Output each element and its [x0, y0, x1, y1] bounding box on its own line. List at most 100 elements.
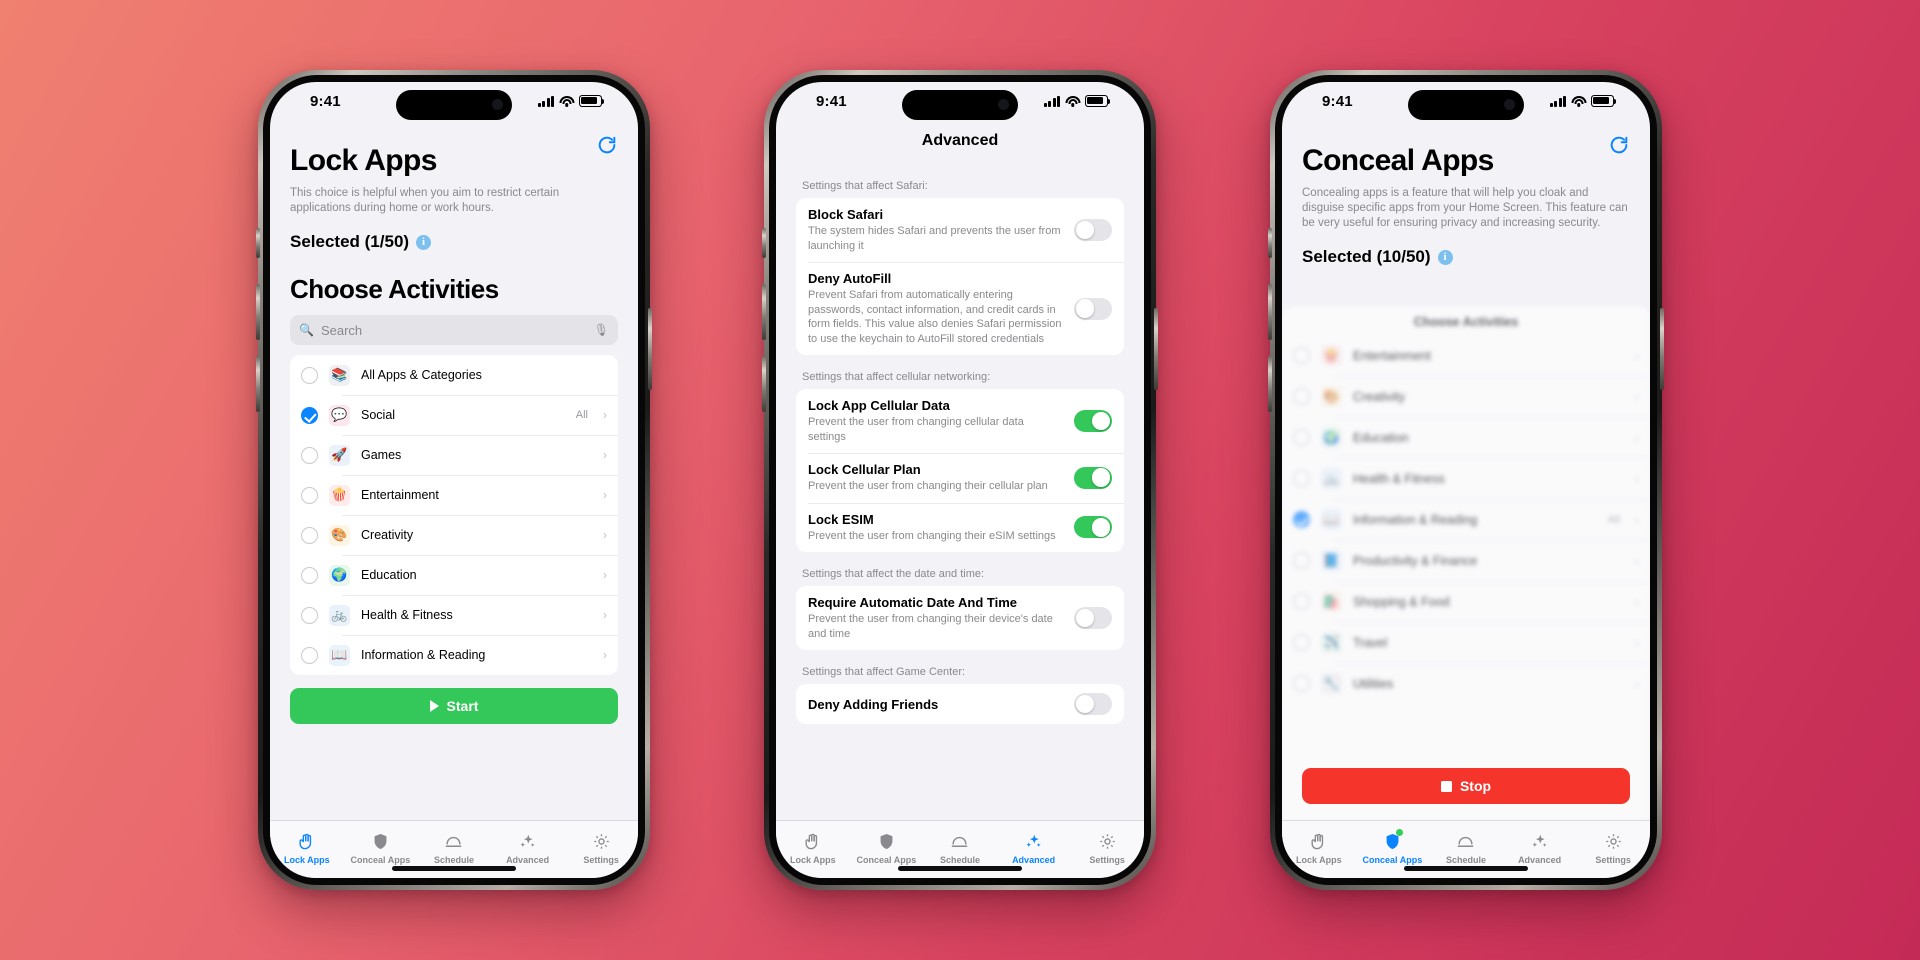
list-item[interactable]: 🚲 Health & Fitness › [1282, 458, 1650, 499]
list-item[interactable]: 📖 Information & Reading › [290, 635, 618, 675]
refresh-icon[interactable] [596, 134, 618, 156]
page-title: Conceal Apps [1302, 144, 1494, 177]
row-radio[interactable] [301, 526, 318, 544]
volume-down-button[interactable] [256, 356, 260, 412]
tab-advanced[interactable]: Advanced [997, 830, 1071, 865]
home-indicator[interactable] [392, 866, 516, 871]
tab-schedule[interactable]: Schedule [1429, 830, 1503, 865]
row-radio[interactable] [301, 566, 318, 584]
mute-switch[interactable] [762, 228, 766, 258]
list-item[interactable]: ✈️ Travel › [1282, 622, 1650, 663]
settings-toggle[interactable] [1074, 607, 1112, 629]
refresh-icon[interactable] [1608, 134, 1630, 156]
list-item[interactable]: 📚 All Apps & Categories [290, 355, 618, 395]
power-button[interactable] [648, 308, 652, 390]
list-item[interactable]: 🚲 Health & Fitness › [290, 595, 618, 635]
settings-toggle[interactable] [1074, 693, 1112, 715]
activity-list: 🍿 Entertainment › 🎨 Creativity › 🌍 Education › 🚲 H… [1282, 335, 1650, 704]
home-indicator[interactable] [898, 866, 1022, 871]
tab-settings[interactable]: Settings [564, 830, 638, 865]
volume-up-button[interactable] [762, 284, 766, 340]
list-item[interactable]: 💬 Social All › [290, 395, 618, 435]
list-item-label: All Apps & Categories [361, 368, 482, 382]
row-radio[interactable] [1293, 593, 1310, 610]
status-bar: 9:41 [776, 82, 1144, 128]
settings-toggle[interactable] [1074, 297, 1112, 320]
tab-settings[interactable]: Settings [1070, 830, 1144, 865]
list-item-label: Entertainment [361, 488, 439, 502]
list-item[interactable]: 🌍 Education › [290, 555, 618, 595]
start-button[interactable]: Start [290, 688, 618, 724]
settings-toggle[interactable] [1074, 219, 1112, 241]
list-item[interactable]: 🎨 Creativity › [1282, 376, 1650, 417]
settings-row[interactable]: Lock App Cellular Data Prevent the user f… [796, 389, 1124, 453]
row-radio[interactable] [1293, 511, 1310, 528]
tab-settings[interactable]: Settings [1576, 830, 1650, 865]
power-button[interactable] [1660, 308, 1664, 390]
row-radio[interactable] [1293, 388, 1310, 405]
mute-switch[interactable] [256, 228, 260, 258]
tab-advanced[interactable]: Advanced [1503, 830, 1577, 865]
tab-lock-apps[interactable]: Lock Apps [776, 830, 850, 865]
home-indicator[interactable] [1404, 866, 1528, 871]
tab-schedule[interactable]: Schedule [923, 830, 997, 865]
settings-toggle[interactable] [1074, 410, 1112, 432]
tab-lock-apps[interactable]: Lock Apps [270, 830, 344, 865]
list-item[interactable]: 🔧 Utilities › [1282, 663, 1650, 704]
list-item[interactable]: 🍿 Entertainment › [290, 475, 618, 515]
mute-switch[interactable] [1268, 228, 1272, 258]
row-radio[interactable] [1293, 634, 1310, 651]
info-circle-icon[interactable]: i [416, 234, 432, 250]
row-radio[interactable] [1293, 552, 1310, 569]
selected-count-label: Selected (1/50) [290, 232, 410, 251]
tab-conceal-apps[interactable]: Conceal Apps [1356, 829, 1430, 865]
tab-schedule[interactable]: Schedule [417, 830, 491, 865]
row-radio[interactable] [1293, 347, 1310, 364]
stop-button[interactable]: Stop [1302, 768, 1630, 804]
tab-lock-apps[interactable]: Lock Apps [1282, 830, 1356, 865]
settings-toggle[interactable] [1074, 516, 1112, 539]
microphone-icon[interactable]: 🎙 [594, 323, 609, 337]
tab-conceal-apps[interactable]: Conceal Apps [850, 830, 924, 865]
list-item[interactable]: 📘 Productivity & Finance › [1282, 540, 1650, 581]
info-circle-icon[interactable]: i [1437, 249, 1453, 265]
row-radio[interactable] [1293, 675, 1310, 692]
list-item[interactable]: 🍿 Entertainment › [1282, 335, 1650, 376]
row-radio[interactable] [1293, 429, 1310, 446]
row-radio[interactable] [301, 486, 318, 504]
list-item[interactable]: 🌍 Education › [1282, 417, 1650, 458]
settings-row[interactable]: Deny Adding Friends [796, 684, 1124, 724]
tab-conceal-apps[interactable]: Conceal Apps [344, 830, 418, 865]
list-item[interactable]: 🚀 Games › [290, 435, 618, 475]
volume-down-button[interactable] [1268, 356, 1272, 412]
row-radio[interactable] [301, 446, 318, 464]
search-input[interactable]: 🔍 Search 🎙 [290, 315, 618, 345]
settings-toggle[interactable] [1074, 466, 1112, 489]
volume-down-button[interactable] [762, 356, 766, 412]
row-radio[interactable] [301, 606, 318, 624]
tab-advanced[interactable]: Advanced [491, 830, 565, 865]
list-item[interactable]: 📖 Information & Reading All › [1282, 499, 1650, 540]
row-radio[interactable] [301, 366, 318, 384]
list-item[interactable]: 🎨 Creativity › [290, 515, 618, 555]
tab-label: Conceal Apps [1362, 855, 1423, 865]
battery-icon [1085, 95, 1110, 107]
row-trailing-label: All [575, 409, 588, 421]
row-radio[interactable] [301, 406, 318, 424]
volume-up-button[interactable] [1268, 284, 1272, 340]
power-button[interactable] [1154, 308, 1158, 390]
row-radio[interactable] [1293, 470, 1310, 487]
settings-row-text: Lock ESIM Prevent the user from changing … [808, 512, 1064, 544]
phone2-content[interactable]: Settings that affect Safari: Block Safari… [776, 164, 1144, 820]
settings-row[interactable]: Lock Cellular Plan Prevent the user from … [796, 453, 1124, 503]
settings-row[interactable]: Require Automatic Date And Time Prevent t… [796, 586, 1124, 650]
choose-activities-sheet[interactable]: Choose Activities 🍿 Entertainment › 🎨 Creati… [1282, 306, 1650, 820]
list-item[interactable]: 🛍️ Shopping & Food › [1282, 581, 1650, 622]
settings-row[interactable]: Deny AutoFill Prevent Safari from automat… [796, 262, 1124, 355]
row-radio[interactable] [301, 646, 318, 664]
settings-row[interactable]: Lock ESIM Prevent the user from changing … [796, 502, 1124, 553]
tab-label: Settings [1595, 855, 1631, 865]
volume-up-button[interactable] [256, 284, 260, 340]
settings-row[interactable]: Block Safari The system hides Safari and … [796, 198, 1124, 262]
settings-group: Deny Adding Friends [796, 684, 1124, 724]
